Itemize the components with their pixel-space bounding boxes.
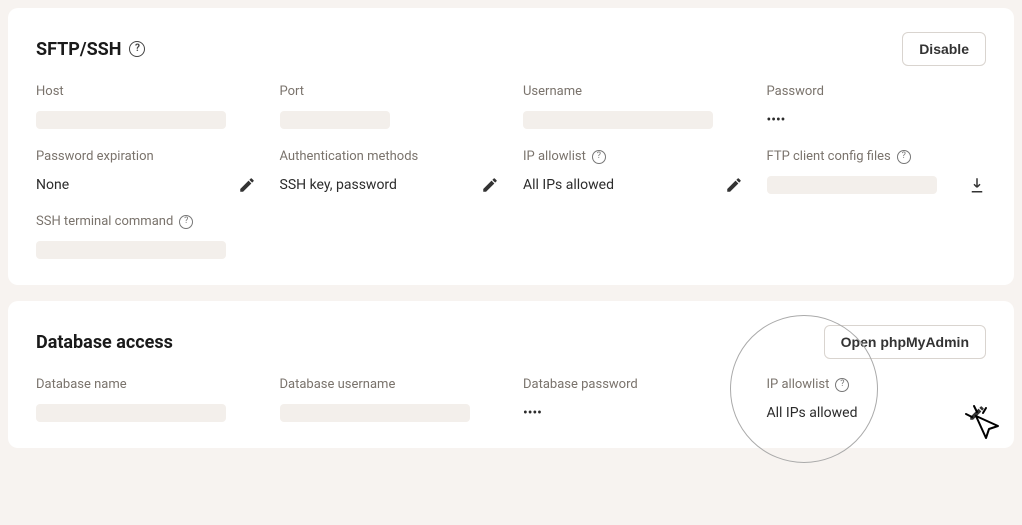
host-value-placeholder — [36, 111, 226, 129]
edit-icon[interactable] — [481, 176, 499, 194]
database-access-card: Database access Open phpMyAdmin Database… — [8, 301, 1014, 448]
ssh-terminal-label-text: SSH terminal command — [36, 214, 173, 229]
username-value-placeholder — [523, 111, 713, 129]
db-password-field: Database password •••• — [523, 377, 743, 424]
port-label: Port — [280, 84, 500, 99]
open-phpmyadmin-button[interactable]: Open phpMyAdmin — [824, 325, 986, 359]
ssh-terminal-placeholder — [36, 241, 226, 259]
sftp-row-2: Password expiration None Authentication … — [36, 149, 986, 196]
username-field: Username — [523, 84, 743, 131]
ftp-config-label-text: FTP client config files — [767, 149, 891, 164]
help-icon[interactable]: ? — [179, 215, 193, 229]
sftp-row-1: Host Port Username Password •••• — [36, 84, 986, 131]
auth-methods-label: Authentication methods — [280, 149, 500, 164]
db-username-label: Database username — [280, 377, 500, 392]
help-icon[interactable]: ? — [835, 378, 849, 392]
ip-allowlist-field: IP allowlist ? All IPs allowed — [523, 149, 743, 196]
ftp-config-label: FTP client config files ? — [767, 149, 987, 164]
ssh-terminal-label: SSH terminal command ? — [36, 214, 256, 229]
password-expiration-label: Password expiration — [36, 149, 256, 164]
username-label: Username — [523, 84, 743, 99]
ip-allowlist-label: IP allowlist ? — [523, 149, 743, 164]
password-label: Password — [767, 84, 987, 99]
disable-button[interactable]: Disable — [902, 32, 986, 66]
help-icon[interactable]: ? — [129, 41, 145, 57]
db-name-field: Database name — [36, 377, 256, 424]
db-password-value: •••• — [523, 405, 743, 421]
ftp-config-placeholder — [767, 176, 937, 194]
port-value-placeholder — [280, 111, 390, 129]
db-name-placeholder — [36, 404, 226, 422]
password-expiration-value: None — [36, 177, 230, 193]
db-username-field: Database username — [280, 377, 500, 424]
port-field: Port — [280, 84, 500, 131]
ssh-terminal-field: SSH terminal command ? — [36, 214, 256, 261]
db-ip-allowlist-field: IP allowlist ? All IPs allowed — [767, 377, 987, 424]
edit-icon[interactable] — [968, 404, 986, 422]
password-value: •••• — [767, 112, 987, 128]
auth-methods-value: SSH key, password — [280, 177, 474, 193]
db-username-placeholder — [280, 404, 470, 422]
auth-methods-field: Authentication methods SSH key, password — [280, 149, 500, 196]
help-icon[interactable]: ? — [592, 150, 606, 164]
sftp-title-text: SFTP/SSH — [36, 39, 121, 60]
db-ip-allowlist-label-text: IP allowlist — [767, 377, 830, 392]
db-row-1: Database name Database username Database… — [36, 377, 986, 424]
db-name-label: Database name — [36, 377, 256, 392]
ftp-config-field: FTP client config files ? — [767, 149, 987, 196]
db-ip-allowlist-label: IP allowlist ? — [767, 377, 987, 392]
host-label: Host — [36, 84, 256, 99]
sftp-card-header: SFTP/SSH ? Disable — [36, 32, 986, 66]
ip-allowlist-label-text: IP allowlist — [523, 149, 586, 164]
db-password-label: Database password — [523, 377, 743, 392]
db-card-header: Database access Open phpMyAdmin — [36, 325, 986, 359]
db-card-title: Database access — [36, 332, 173, 353]
db-title-text: Database access — [36, 332, 173, 353]
sftp-ssh-card: SFTP/SSH ? Disable Host Port Username Pa… — [8, 8, 1014, 285]
host-field: Host — [36, 84, 256, 131]
edit-icon[interactable] — [238, 176, 256, 194]
sftp-card-title: SFTP/SSH ? — [36, 39, 145, 60]
db-ip-allowlist-value: All IPs allowed — [767, 405, 961, 421]
password-field: Password •••• — [767, 84, 987, 131]
edit-icon[interactable] — [725, 176, 743, 194]
sftp-row-3: SSH terminal command ? — [36, 214, 986, 261]
ip-allowlist-value: All IPs allowed — [523, 177, 717, 193]
download-icon[interactable] — [968, 176, 986, 194]
password-expiration-field: Password expiration None — [36, 149, 256, 196]
help-icon[interactable]: ? — [897, 150, 911, 164]
